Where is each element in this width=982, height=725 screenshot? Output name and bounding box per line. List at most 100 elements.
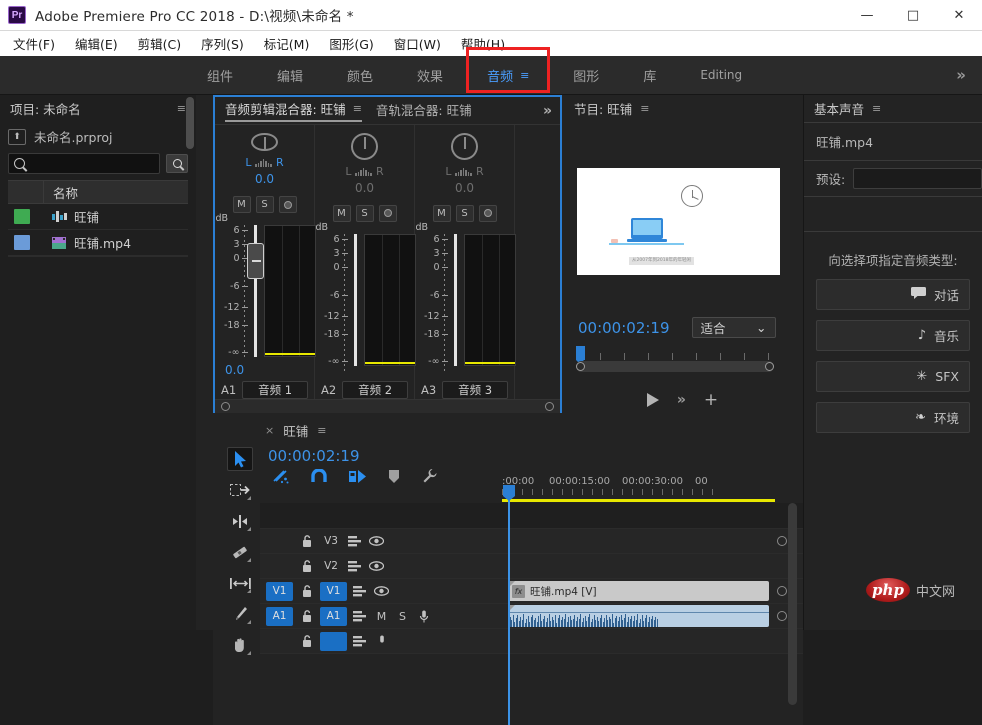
workspace-tab-effects[interactable]: 效果 bbox=[395, 56, 465, 95]
volume-fader[interactable] bbox=[453, 233, 457, 366]
lock-icon[interactable] bbox=[299, 560, 314, 572]
record-button[interactable] bbox=[478, 204, 497, 222]
track-name[interactable]: 音频 3 bbox=[442, 381, 508, 399]
pan-knob[interactable] bbox=[251, 133, 278, 151]
mute-button[interactable]: M bbox=[232, 196, 251, 213]
track-name-a1[interactable]: A1 bbox=[320, 606, 347, 626]
track-output-icon[interactable] bbox=[353, 585, 368, 597]
mixer-horizontal-scrollbar[interactable] bbox=[215, 399, 560, 413]
workspace-tab-libraries[interactable]: 库 bbox=[621, 56, 678, 95]
timeline-tab[interactable]: × 旺铺 ≡ bbox=[213, 417, 803, 443]
mic-icon[interactable] bbox=[374, 635, 389, 648]
playhead-handle[interactable] bbox=[503, 485, 515, 501]
program-timecode[interactable]: 00:00:02:19 bbox=[578, 319, 670, 337]
track-content-a2[interactable] bbox=[502, 629, 803, 653]
track-target-a2[interactable] bbox=[266, 632, 293, 651]
solo-button[interactable]: S bbox=[455, 204, 474, 222]
lock-icon[interactable] bbox=[299, 635, 314, 647]
pan-knob[interactable] bbox=[351, 133, 378, 160]
audio-type-sfx-button[interactable]: ✳ SFX bbox=[816, 361, 970, 392]
workspace-overflow-icon[interactable]: » bbox=[956, 66, 966, 84]
program-zoom-scrollbar[interactable] bbox=[576, 361, 774, 372]
list-item[interactable]: 旺铺.mp4 bbox=[8, 230, 188, 256]
track-name-v1[interactable]: V1 bbox=[320, 581, 347, 601]
ripple-edit-tool[interactable] bbox=[227, 509, 253, 533]
volume-fader[interactable] bbox=[246, 225, 264, 357]
workspace-tab-menu-icon[interactable]: ≡ bbox=[520, 70, 529, 81]
timeline-playhead[interactable] bbox=[503, 485, 515, 725]
close-icon[interactable]: × bbox=[265, 424, 274, 437]
track-name-a2[interactable] bbox=[320, 631, 347, 651]
timeline-ruler[interactable]: :00:00 00:00:15:00 00:00:30:00 00 bbox=[502, 475, 803, 497]
menu-item-sequence[interactable]: 序列(S) bbox=[192, 31, 253, 56]
menu-item-clip[interactable]: 剪辑(C) bbox=[129, 31, 190, 56]
track-output-icon[interactable] bbox=[353, 635, 368, 647]
track-content-v2[interactable] bbox=[502, 554, 803, 578]
menu-item-window[interactable]: 窗口(W) bbox=[385, 31, 450, 56]
preset-dropdown[interactable] bbox=[853, 168, 982, 189]
track-source-patch-a1[interactable]: A1 bbox=[266, 606, 293, 626]
essential-sound-menu-icon[interactable]: ≡ bbox=[872, 102, 881, 115]
track-keyframe-handle[interactable] bbox=[777, 586, 787, 596]
track-keyframe-handle[interactable] bbox=[777, 611, 787, 621]
tab-audio-clip-mixer[interactable]: 音频剪辑混合器: 旺铺 ≡ bbox=[225, 99, 362, 122]
track-target-v3[interactable] bbox=[266, 532, 293, 551]
track-output-icon[interactable] bbox=[353, 610, 368, 622]
volume-fader[interactable] bbox=[353, 233, 357, 366]
solo-track-button[interactable]: S bbox=[395, 610, 410, 623]
menu-item-marker[interactable]: 标记(M) bbox=[255, 31, 319, 56]
menu-item-graphics[interactable]: 图形(G) bbox=[320, 31, 382, 56]
project-panel-menu-icon[interactable]: ≡ bbox=[177, 102, 186, 115]
workspace-tab-audio[interactable]: 音频 ≡ bbox=[465, 56, 551, 95]
workspace-tab-graphics[interactable]: 图形 bbox=[551, 56, 621, 95]
fader-handle[interactable] bbox=[246, 243, 264, 279]
workspace-tab-editing[interactable]: Editing bbox=[678, 56, 764, 95]
button-editor-add-icon[interactable]: + bbox=[704, 390, 718, 410]
lock-icon[interactable] bbox=[299, 585, 314, 597]
minimize-button[interactable]: — bbox=[844, 0, 890, 31]
track-target-v2[interactable] bbox=[266, 557, 293, 576]
filter-bin-button[interactable] bbox=[166, 154, 188, 173]
timeline-menu-icon[interactable]: ≡ bbox=[317, 424, 326, 437]
track-keyframe-handle[interactable] bbox=[777, 536, 787, 546]
workspace-tab-editing-cn[interactable]: 编辑 bbox=[255, 56, 325, 95]
audio-type-music-button[interactable]: ♪ 音乐 bbox=[816, 320, 970, 351]
record-button[interactable] bbox=[378, 204, 397, 222]
scroll-handle-left[interactable] bbox=[221, 402, 230, 411]
list-item[interactable]: 旺铺 bbox=[8, 204, 188, 230]
lock-icon[interactable] bbox=[299, 535, 314, 547]
mixer-tab-menu-icon[interactable]: ≡ bbox=[353, 102, 362, 115]
pen-tool[interactable] bbox=[227, 602, 253, 626]
eye-icon[interactable] bbox=[374, 586, 389, 596]
project-scrollbar[interactable] bbox=[186, 97, 194, 149]
track-name[interactable]: 音频 2 bbox=[342, 381, 408, 399]
pan-knob[interactable] bbox=[451, 133, 478, 160]
mute-track-button[interactable]: M bbox=[374, 610, 389, 623]
zoom-handle-left[interactable] bbox=[576, 362, 585, 371]
track-output-icon[interactable] bbox=[348, 560, 363, 572]
zoom-level-dropdown[interactable]: 适合 ⌄ bbox=[691, 317, 776, 338]
pan-value[interactable]: 0.0 bbox=[455, 181, 474, 195]
mixer-overflow-icon[interactable]: » bbox=[543, 103, 552, 119]
program-monitor-menu-icon[interactable]: ≡ bbox=[640, 102, 649, 115]
timeline-clip-video[interactable]: fx 旺铺.mp4 [V] bbox=[508, 581, 769, 601]
hand-tool[interactable] bbox=[227, 633, 253, 657]
razor-tool[interactable] bbox=[227, 540, 253, 564]
settings-wrench-icon[interactable] bbox=[422, 468, 438, 487]
maximize-button[interactable]: □ bbox=[890, 0, 936, 31]
program-video-preview[interactable]: 从2007年到2018年的年轻闲 bbox=[577, 168, 780, 275]
solo-button[interactable]: S bbox=[255, 196, 274, 213]
parent-folder-icon[interactable]: ⬆ bbox=[8, 128, 26, 145]
close-button[interactable]: ✕ bbox=[936, 0, 982, 31]
eye-icon[interactable] bbox=[369, 536, 384, 546]
track-name[interactable]: 音频 1 bbox=[242, 381, 308, 399]
lock-icon[interactable] bbox=[299, 610, 314, 622]
workspace-tab-assembly[interactable]: 组件 bbox=[185, 56, 255, 95]
workspace-tab-color[interactable]: 颜色 bbox=[325, 56, 395, 95]
track-content-v3[interactable] bbox=[502, 529, 803, 553]
eye-icon[interactable] bbox=[369, 561, 384, 571]
mute-button[interactable]: M bbox=[432, 204, 451, 222]
record-button[interactable] bbox=[278, 196, 297, 213]
tab-audio-track-mixer[interactable]: 音轨混合器: 旺铺 bbox=[376, 100, 472, 121]
track-select-forward-tool[interactable] bbox=[227, 478, 253, 502]
